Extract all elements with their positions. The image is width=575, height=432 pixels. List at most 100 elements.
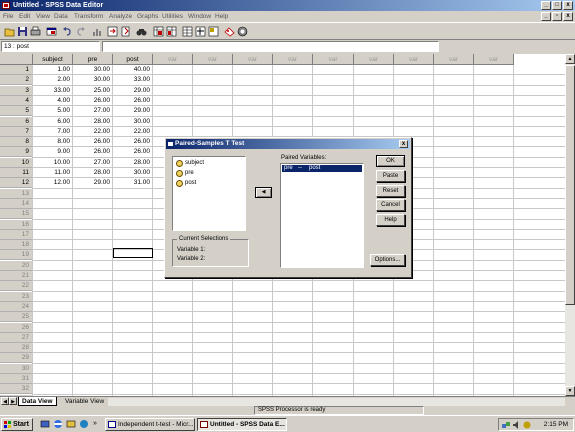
row-header[interactable]: 9 — [0, 147, 33, 158]
internet-explorer-icon[interactable] — [53, 419, 63, 429]
row-header[interactable]: 16 — [0, 219, 33, 230]
tab-variable-view[interactable]: Variable View — [62, 397, 107, 406]
data-cell[interactable]: 27.00 — [73, 158, 113, 168]
data-cell[interactable]: 2.00 — [33, 75, 73, 85]
column-header-var-7[interactable]: var — [313, 54, 354, 65]
use-sets-icon[interactable] — [237, 26, 248, 37]
row-header[interactable]: 3 — [0, 85, 33, 96]
row-header[interactable]: 12 — [0, 178, 33, 189]
tray-app-icon[interactable] — [523, 421, 531, 431]
row-header[interactable]: 28 — [0, 343, 33, 354]
data-cell[interactable]: 26.00 — [113, 137, 153, 147]
variable-item-post[interactable]: post — [175, 179, 196, 188]
ok-button[interactable]: OK — [376, 155, 405, 167]
data-cell[interactable]: 40.00 — [113, 65, 153, 75]
doc-restore-button[interactable]: ▫ — [552, 12, 562, 21]
row-header[interactable]: 5 — [0, 106, 33, 117]
vertical-scrollbar[interactable]: ▲ ▼ — [565, 54, 575, 396]
column-header-var-11[interactable]: var — [474, 54, 514, 65]
value-labels-icon[interactable] — [224, 26, 235, 37]
data-cell[interactable]: 9.00 — [33, 147, 73, 157]
variables-icon[interactable] — [120, 26, 131, 37]
data-cell[interactable]: 8.00 — [33, 137, 73, 147]
row-header[interactable]: 1 — [0, 65, 33, 75]
row-header[interactable]: 25 — [0, 312, 33, 323]
cell-value-input[interactable] — [102, 41, 439, 52]
row-header[interactable]: 18 — [0, 240, 33, 251]
data-cell[interactable]: 27.00 — [73, 106, 113, 116]
menu-view[interactable]: View — [36, 11, 50, 22]
menu-transform[interactable]: Transform — [74, 11, 103, 22]
row-header[interactable]: 22 — [0, 281, 33, 292]
insert-case-icon[interactable] — [153, 26, 164, 37]
print-icon[interactable] — [30, 26, 41, 37]
paired-variables-list[interactable]: pre -- post — [280, 163, 364, 268]
data-cell[interactable]: 30.00 — [73, 65, 113, 75]
source-variable-list[interactable]: subject pre post — [172, 156, 246, 231]
network-icon[interactable] — [502, 421, 510, 431]
reset-button[interactable]: Reset — [376, 185, 405, 197]
paste-button[interactable]: Paste — [376, 170, 405, 182]
vertical-scroll-thumb[interactable] — [565, 65, 575, 305]
row-header[interactable]: 13 — [0, 188, 33, 199]
row-header[interactable]: 27 — [0, 332, 33, 343]
data-cell[interactable]: 26.00 — [113, 96, 153, 106]
row-header[interactable]: 20 — [0, 260, 33, 271]
close-button[interactable]: x — [563, 1, 573, 10]
goto-chart-icon[interactable] — [91, 26, 102, 37]
start-button[interactable]: Start — [1, 418, 33, 431]
dialog-close-button[interactable]: x — [399, 140, 408, 148]
row-header[interactable]: 2 — [0, 75, 33, 86]
redo-icon[interactable] — [75, 26, 86, 37]
menu-graphs[interactable]: Graphs — [137, 11, 158, 22]
data-cell[interactable]: 25.00 — [73, 86, 113, 96]
variable-item-pre[interactable]: pre — [175, 169, 194, 178]
data-cell[interactable]: 10.00 — [33, 158, 73, 168]
column-header-var-9[interactable]: var — [394, 54, 434, 65]
tab-scroll-left-button[interactable]: ◀ — [1, 397, 9, 405]
select-cases-icon[interactable] — [208, 26, 219, 37]
menu-data[interactable]: Data — [54, 11, 68, 22]
active-cell[interactable] — [113, 248, 153, 258]
open-folder-icon[interactable] — [4, 26, 15, 37]
maximize-button[interactable]: □ — [552, 1, 562, 10]
menu-help[interactable]: Help — [215, 11, 228, 22]
task-spss-data-editor[interactable]: Untitled - SPSS Data E... — [197, 418, 287, 431]
goto-case-icon[interactable] — [107, 26, 118, 37]
data-cell[interactable]: 28.00 — [73, 117, 113, 127]
data-cell[interactable]: 22.00 — [113, 127, 153, 137]
row-header[interactable]: 30 — [0, 363, 33, 374]
column-header-var-3[interactable]: var — [153, 54, 193, 65]
data-cell[interactable]: 7.00 — [33, 127, 73, 137]
row-header[interactable]: 10 — [0, 157, 33, 168]
data-cell[interactable]: 1.00 — [33, 65, 73, 75]
column-header-pre[interactable]: pre — [73, 54, 113, 65]
menu-window[interactable]: Window — [188, 11, 211, 22]
task-word-document[interactable]: Independent t-test - Micr... — [105, 418, 195, 431]
data-cell[interactable]: 28.00 — [113, 158, 153, 168]
paired-item-selected[interactable]: pre -- post — [282, 165, 362, 172]
data-cell[interactable]: 12.00 — [33, 178, 73, 188]
minimize-button[interactable]: _ — [541, 1, 551, 10]
data-cell[interactable]: 28.00 — [73, 168, 113, 178]
row-header[interactable]: 4 — [0, 95, 33, 106]
data-cell[interactable]: 26.00 — [113, 147, 153, 157]
save-icon[interactable] — [17, 26, 28, 37]
menu-edit[interactable]: Edit — [19, 11, 30, 22]
row-header[interactable]: 17 — [0, 229, 33, 240]
row-header[interactable]: 31 — [0, 374, 33, 384]
row-header[interactable]: 21 — [0, 271, 33, 281]
row-header[interactable]: 14 — [0, 198, 33, 209]
weight-cases-icon[interactable] — [195, 26, 206, 37]
column-header-var-4[interactable]: var — [193, 54, 233, 65]
column-header-var-8[interactable]: var — [354, 54, 394, 65]
column-header-subject[interactable]: subject — [33, 54, 73, 65]
data-cell[interactable]: 5.00 — [33, 106, 73, 116]
grid-corner[interactable] — [0, 54, 33, 65]
column-header-var-10[interactable]: var — [434, 54, 474, 65]
row-header[interactable]: 6 — [0, 116, 33, 127]
data-cell[interactable]: 33.00 — [113, 75, 153, 85]
split-file-icon[interactable] — [182, 26, 193, 37]
cancel-button[interactable]: Cancel — [376, 199, 405, 211]
row-header[interactable]: 7 — [0, 126, 33, 137]
